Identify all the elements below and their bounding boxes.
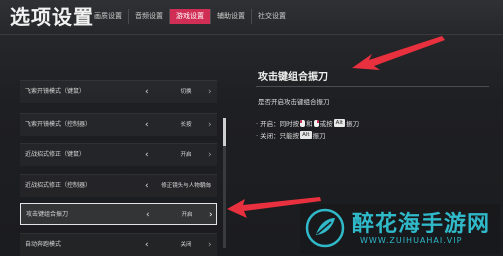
setting-row[interactable]: 飞索开镜模式（控制器） ‹ 长按 › bbox=[20, 113, 217, 136]
chevron-right-icon[interactable]: › bbox=[209, 204, 213, 226]
setting-row[interactable]: 自动奔跑模式 ‹ 关闭 › bbox=[20, 233, 217, 256]
mouse-right-button-icon bbox=[313, 119, 319, 127]
detail-on-or: 或按 bbox=[319, 120, 333, 128]
chevron-left-icon[interactable]: ‹ bbox=[146, 204, 150, 226]
setting-row[interactable]: 近战招式修正（控制器） ‹ 修正镜头与人物朝向 › bbox=[20, 174, 217, 197]
chevron-right-icon[interactable]: › bbox=[208, 144, 212, 166]
watermark-logo-icon bbox=[305, 208, 345, 248]
chevron-left-icon[interactable]: ‹ bbox=[145, 144, 149, 166]
detail-title: 攻击键组合振刀 bbox=[258, 72, 328, 83]
setting-label: 攻击键组合振刀 bbox=[26, 211, 69, 218]
setting-label: 近战招式修正（键鼠） bbox=[25, 151, 86, 158]
chevron-right-icon[interactable]: › bbox=[208, 81, 212, 103]
tab-social[interactable]: 社交设置 bbox=[252, 9, 292, 24]
setting-value: 关闭 bbox=[180, 242, 192, 248]
detail-option-on: · 开启：同时按 和 或按 Alt 振刀 bbox=[256, 118, 359, 128]
alt-key-icon: Alt bbox=[300, 131, 312, 139]
annotation-arrow-top bbox=[352, 36, 445, 70]
chevron-right-icon[interactable]: › bbox=[208, 234, 212, 256]
detail-description: 是否开启攻击键组合振刀 bbox=[258, 98, 330, 106]
mouse-left-button-icon bbox=[300, 119, 306, 127]
setting-value: 修正镜头与人物朝向 bbox=[161, 183, 211, 189]
setting-label: 近战招式修正（控制器） bbox=[25, 182, 92, 189]
setting-row-selected[interactable]: 攻击键组合振刀 ‹ 开启 › bbox=[20, 203, 217, 225]
detail-on-suffix: 振刀 bbox=[346, 120, 360, 128]
setting-value: 开启 bbox=[180, 152, 192, 158]
detail-off-prefix: · 关闭：只能按 bbox=[256, 132, 300, 140]
header-bar: 选项设置 画质设置 音频设置 游戏设置 辅助设置 社交设置 bbox=[0, 0, 503, 34]
scrollbar-thumb[interactable] bbox=[223, 118, 226, 146]
setting-row[interactable]: 近战招式修正（键鼠） ‹ 开启 › bbox=[20, 143, 217, 166]
watermark-name: 醉花海手游网 bbox=[352, 212, 491, 237]
tab-game[interactable]: 游戏设置 bbox=[170, 9, 211, 24]
setting-row[interactable]: 飞索开镜模式（键鼠） ‹ 切换 › bbox=[20, 80, 217, 103]
page-title: 选项设置 bbox=[10, 5, 94, 29]
chevron-left-icon[interactable]: ‹ bbox=[145, 114, 149, 136]
detail-option-off: · 关闭：只能按 Alt 振刀 bbox=[256, 130, 326, 140]
setting-value: 长按 bbox=[180, 122, 192, 128]
chevron-right-icon[interactable]: › bbox=[208, 114, 212, 136]
detail-on-prefix: · 开启：同时按 bbox=[256, 120, 300, 128]
alt-key-icon: Alt bbox=[333, 119, 346, 127]
setting-label: 飞索开镜模式（控制器） bbox=[25, 121, 92, 128]
watermark-url: WWW.ZUIHUAHAI.VIP bbox=[360, 236, 463, 245]
setting-value: 开启 bbox=[181, 212, 193, 218]
tab-assist[interactable]: 辅助设置 bbox=[211, 9, 252, 24]
chevron-left-icon[interactable]: ‹ bbox=[145, 175, 149, 197]
chevron-left-icon[interactable]: ‹ bbox=[145, 234, 149, 256]
chevron-left-icon[interactable]: ‹ bbox=[145, 81, 149, 103]
setting-value: 切换 bbox=[180, 89, 192, 95]
settings-window: 选项设置 画质设置 音频设置 游戏设置 辅助设置 社交设置 飞索开镜模式（键鼠）… bbox=[0, 0, 503, 256]
detail-on-and: 和 bbox=[306, 120, 313, 128]
tab-bar: 画质设置 音频设置 游戏设置 辅助设置 社交设置 bbox=[88, 9, 292, 24]
detail-off-suffix: 振刀 bbox=[312, 132, 326, 140]
setting-label: 自动奔跑模式 bbox=[25, 241, 62, 248]
chevron-right-icon[interactable]: › bbox=[208, 175, 212, 197]
annotation-arrow-top-head bbox=[352, 36, 445, 70]
tab-audio[interactable]: 音频设置 bbox=[129, 9, 170, 24]
detail-divider bbox=[256, 86, 489, 87]
setting-label: 飞索开镜模式（键鼠） bbox=[25, 88, 86, 95]
tab-graphics[interactable]: 画质设置 bbox=[88, 9, 129, 24]
